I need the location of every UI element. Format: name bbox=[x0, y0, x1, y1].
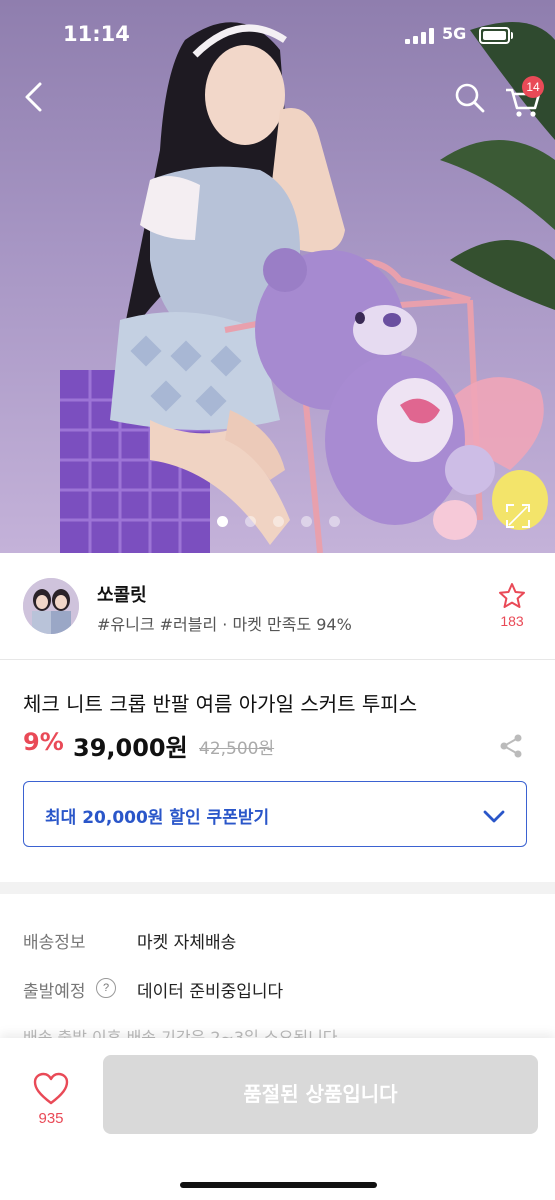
avatar[interactable] bbox=[23, 578, 79, 634]
shipping-info: 배송정보 마켓 자체배송 출발예정 ? 데이터 준비중입니다 배송 출발 이후 … bbox=[0, 894, 555, 1044]
delivery-label: 배송정보 bbox=[23, 933, 86, 953]
dispatch-label: 출발예정 bbox=[23, 982, 86, 1002]
product-image-gallery[interactable]: 11:14 5G 14 bbox=[0, 0, 555, 553]
star-icon[interactable] bbox=[497, 581, 527, 611]
expand-icon[interactable] bbox=[505, 503, 531, 529]
seller-name[interactable]: 쏘콜릿 bbox=[97, 581, 147, 607]
help-icon[interactable]: ? bbox=[96, 978, 116, 998]
product-title: 체크 니트 크롭 반팔 여름 아가일 스커트 투피스 bbox=[23, 692, 418, 716]
gallery-dot[interactable] bbox=[217, 516, 228, 527]
gallery-dot[interactable] bbox=[329, 516, 340, 527]
gallery-dot[interactable] bbox=[245, 516, 256, 527]
gallery-dot[interactable] bbox=[273, 516, 284, 527]
search-icon[interactable] bbox=[454, 82, 486, 114]
soldout-button[interactable]: 품절된 상품입니다 bbox=[103, 1055, 538, 1134]
chevron-down-icon bbox=[483, 810, 505, 823]
bottom-action-bar: 935 품절된 상품입니다 bbox=[0, 1038, 555, 1200]
network-label: 5G bbox=[442, 24, 467, 43]
coupon-button[interactable]: 최대 20,000원 할인 쿠폰받기 bbox=[23, 781, 527, 847]
status-time: 11:14 bbox=[63, 22, 130, 46]
seller-section[interactable]: 쏘콜릿 #유니크 #러블리 · 마켓 만족도 94% 183 bbox=[0, 553, 555, 660]
heart-icon[interactable] bbox=[33, 1072, 69, 1106]
section-divider bbox=[0, 882, 555, 894]
favorite-count: 183 bbox=[500, 613, 524, 629]
share-icon[interactable] bbox=[497, 732, 525, 760]
dispatch-value: 데이터 준비중입니다 bbox=[137, 982, 284, 1002]
cart-count-badge: 14 bbox=[522, 76, 544, 98]
home-indicator bbox=[180, 1182, 377, 1188]
original-price: 42,500원 bbox=[199, 739, 275, 759]
battery-icon bbox=[479, 27, 513, 44]
signal-icon bbox=[405, 28, 434, 44]
like-count: 935 bbox=[38, 1110, 64, 1127]
discount-rate: 9% bbox=[23, 728, 64, 756]
status-bar: 11:14 5G bbox=[0, 22, 555, 52]
back-icon[interactable] bbox=[18, 80, 52, 114]
seller-tags: #유니크 #러블리 · 마켓 만족도 94% bbox=[97, 615, 352, 634]
product-info: 체크 니트 크롭 반팔 여름 아가일 스커트 투피스 9% 39,000원 42… bbox=[0, 660, 555, 882]
gallery-dot[interactable] bbox=[301, 516, 312, 527]
sale-price: 39,000원 bbox=[73, 734, 188, 762]
coupon-label: 최대 20,000원 할인 쿠폰받기 bbox=[45, 808, 270, 828]
delivery-value: 마켓 자체배송 bbox=[137, 933, 237, 953]
gallery-pagination bbox=[217, 515, 342, 527]
